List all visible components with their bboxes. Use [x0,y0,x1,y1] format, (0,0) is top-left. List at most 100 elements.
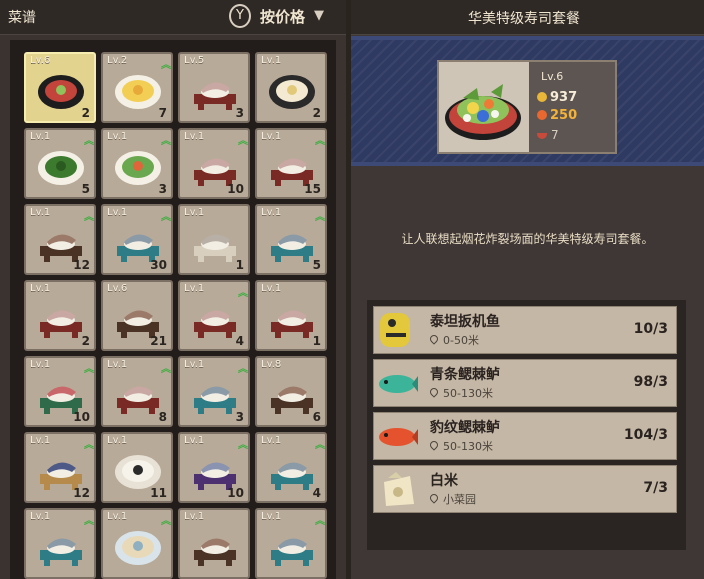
ingredient-name: 白米 [430,473,458,489]
nigiri-red-icon [194,310,236,338]
servings-value: 7 [551,128,559,142]
recipe-level: Lv.1 [30,207,51,218]
price-stat: 937 [537,90,577,105]
bowl-icon [537,133,547,139]
nigiri-teal-icon [271,538,313,566]
recipe-tile[interactable]: Lv.1 1 [178,204,250,275]
nigiri-teal-icon [194,386,236,414]
recipe-tile[interactable]: Lv.1 2 [255,52,327,123]
dish-title: 华美特级寿司套餐 [468,11,580,27]
recipe-level: Lv.1 [107,131,128,142]
recipe-count: 10 [227,182,244,196]
y-button-icon: Y [229,4,251,28]
rice-sack-icon [384,472,414,506]
recipe-count: 4 [312,486,321,500]
recipe-tile[interactable]: Lv.2 ︽ 7 [101,52,173,123]
recipe-count: 15 [304,182,321,196]
recipe-level: Lv.1 [261,55,282,66]
recipe-count: 10 [227,486,244,500]
recipe-level: Lv.5 [184,55,205,66]
dish-detail-panel: 华美特级寿司套餐 Lv.6 937 250 7 让人联想起烟花炸裂场面的华美特级… [351,0,704,579]
ingredient-row[interactable]: 泰坦扳机鱼 0-50米 10/3 [373,306,677,354]
nigiri-red-icon [271,310,313,338]
recipe-tile[interactable]: Lv.6 21 [101,280,173,351]
recipe-tile[interactable]: Lv.1 ︽ 4 [178,280,250,351]
recipe-level: Lv.6 [107,283,128,294]
ingredient-location: 小菜园 [428,491,476,507]
recipe-count: 21 [150,334,167,348]
sushi-platter-icon [38,75,84,109]
ingredient-count: 7/3 [643,480,668,496]
nigiri-red-icon [117,386,159,414]
recipe-tile[interactable]: Lv.1 [178,508,250,579]
dish-banner: Lv.6 937 250 7 [351,36,704,166]
recipe-count: 2 [312,106,321,120]
leopard-coral-trout-icon [379,428,418,446]
nigiri-brown-icon [194,538,236,566]
titan-triggerfish-icon [380,313,410,347]
recipe-tile[interactable]: Lv.1 ︽ 4 [255,432,327,503]
recipe-count: 7 [158,106,167,120]
omelet-plate-icon [115,75,161,109]
ingredient-row[interactable]: 豹纹鳃棘鲈 50-130米 104/3 [373,412,677,460]
recipe-tile[interactable]: Lv.8 6 [255,356,327,427]
reputation-stat: 250 [537,108,577,123]
recipe-header: 菜谱 Y 按价格 ▼ [0,0,346,35]
ingredient-count: 98/3 [633,374,668,390]
recipe-level: Lv.1 [184,435,205,446]
coin-icon [537,92,547,102]
sort-by-price-button[interactable]: 按价格 [260,6,305,27]
location-pin-icon [428,492,440,504]
ingredient-name: 青条鳃棘鲈 [430,367,500,383]
ingredient-location-text: 50-130米 [443,440,493,453]
ingredient-location: 50-130米 [428,438,493,454]
recipe-level: Lv.1 [30,435,51,446]
recipe-count: 2 [81,106,90,120]
recipe-tile[interactable]: Lv.1 ︽ 15 [255,128,327,199]
ingredient-location-text: 0-50米 [443,334,479,347]
recipe-level: Lv.1 [261,207,282,218]
recipe-tile[interactable]: Lv.1 ︽ 10 [24,356,96,427]
recipe-level: Lv.1 [261,435,282,446]
recipe-panel: 菜谱 Y 按价格 ▼ Lv.6 2 Lv.2 ︽ 7 Lv.5 3 Lv.1 2… [0,0,346,579]
chevron-down-icon[interactable]: ▼ [314,8,324,23]
recipe-count: 1 [235,258,244,272]
recipe-level: Lv.1 [184,511,205,522]
recipe-tile[interactable]: Lv.1 ︽ 5 [24,128,96,199]
dish-level: Lv.6 [541,70,564,83]
flower-plate-icon [269,75,315,109]
recipe-tile[interactable]: Lv.1 ︽ 10 [178,128,250,199]
recipe-count: 12 [73,258,90,272]
recipe-tile[interactable]: Lv.1 ︽ [24,508,96,579]
recipe-tile[interactable]: Lv.6 2 [24,52,96,123]
recipe-tile[interactable]: Lv.1 ︽ 3 [101,128,173,199]
ingredient-row[interactable]: 白米 小菜园 7/3 [373,465,677,513]
recipe-tile[interactable]: Lv.1 ︽ [255,508,327,579]
recipe-tile[interactable]: Lv.1 2 [24,280,96,351]
recipe-level: Lv.1 [30,359,51,370]
recipe-tile[interactable]: Lv.1 ︽ [101,508,173,579]
recipe-tile[interactable]: Lv.1 ︽ 5 [255,204,327,275]
ingredient-row[interactable]: 青条鳃棘鲈 50-130米 98/3 [373,359,677,407]
recipe-tile[interactable]: Lv.1 ︽ 8 [101,356,173,427]
ingredient-location: 0-50米 [428,332,479,348]
dish-stats: Lv.6 937 250 7 [529,62,615,152]
location-pin-icon [428,333,440,345]
reputation-icon [537,110,547,120]
recipe-tile[interactable]: Lv.5 3 [178,52,250,123]
recipe-tile[interactable]: Lv.1 11 [101,432,173,503]
recipe-count: 4 [235,334,244,348]
recipe-tile[interactable]: Lv.1 1 [255,280,327,351]
recipe-tile[interactable]: Lv.1 ︽ 12 [24,204,96,275]
recipe-tile[interactable]: Lv.1 ︽ 10 [178,432,250,503]
recipe-level: Lv.8 [261,359,282,370]
recipe-tile[interactable]: Lv.1 ︽ 12 [24,432,96,503]
ingredient-list: 泰坦扳机鱼 0-50米 10/3 青条鳃棘鲈 50-130米 98/3 豹纹鳃棘… [367,300,686,550]
recipe-tile[interactable]: Lv.1 ︽ 3 [178,356,250,427]
recipe-level: Lv.1 [184,359,205,370]
recipe-level: Lv.1 [107,435,128,446]
recipe-count: 8 [158,410,167,424]
recipe-grid: Lv.6 2 Lv.2 ︽ 7 Lv.5 3 Lv.1 2 Lv.1 ︽ 5 L… [10,40,336,579]
bowl-plate-icon [115,531,161,565]
recipe-tile[interactable]: Lv.1 ︽ 30 [101,204,173,275]
